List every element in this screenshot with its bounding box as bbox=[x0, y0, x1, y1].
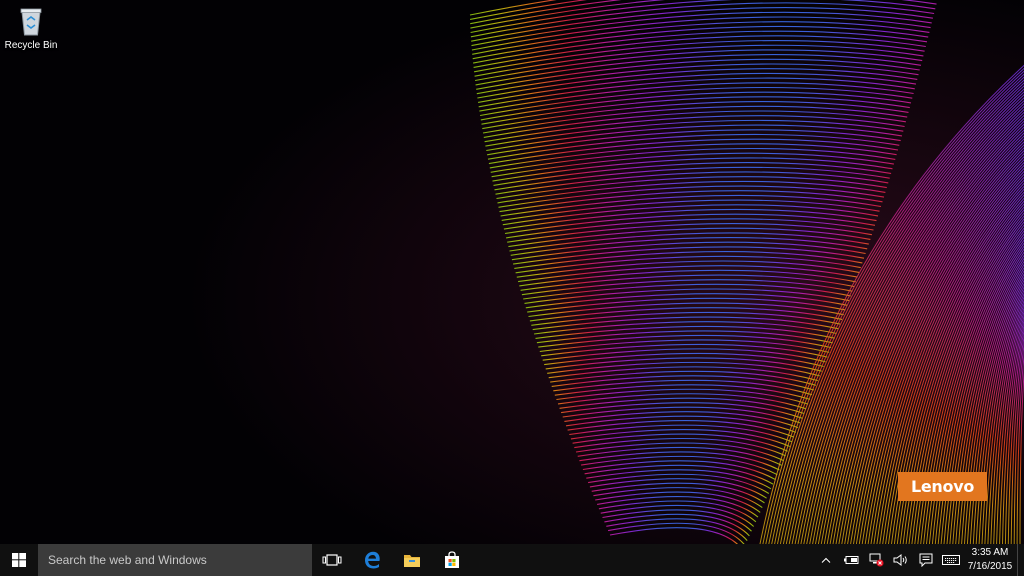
volume-button[interactable] bbox=[888, 544, 913, 576]
action-center-button[interactable] bbox=[913, 544, 938, 576]
search-placeholder: Search the web and Windows bbox=[48, 553, 207, 567]
taskbar-edge-button[interactable] bbox=[352, 544, 392, 576]
taskbar-file-explorer-button[interactable] bbox=[392, 544, 432, 576]
task-view-button[interactable] bbox=[312, 544, 352, 576]
recycle-bin-label: Recycle Bin bbox=[4, 40, 58, 51]
clock-date: 7/16/2015 bbox=[967, 561, 1013, 572]
feather-wallpaper bbox=[0, 0, 1024, 544]
action-center-icon bbox=[919, 553, 932, 567]
volume-icon bbox=[893, 554, 907, 566]
network-button[interactable] bbox=[863, 544, 888, 576]
lenovo-logo: Lenovo bbox=[898, 472, 987, 501]
keyboard-icon bbox=[941, 555, 960, 565]
windows-logo-icon bbox=[12, 553, 26, 567]
file-explorer-icon bbox=[404, 555, 420, 567]
store-icon bbox=[445, 551, 459, 568]
chevron-up-icon bbox=[821, 557, 830, 563]
edge-icon bbox=[365, 551, 380, 569]
show-desktop-button[interactable] bbox=[1017, 544, 1024, 576]
clock-time: 3:35 AM bbox=[971, 547, 1009, 558]
touch-keyboard-button[interactable] bbox=[938, 544, 963, 576]
search-box[interactable]: Search the web and Windows bbox=[38, 544, 312, 576]
desktop[interactable]: Recycle Bin Lenovo bbox=[0, 0, 1024, 544]
task-view-icon bbox=[322, 554, 342, 566]
taskbar-clock[interactable]: 3:35 AM 7/16/2015 bbox=[963, 544, 1017, 576]
battery-button[interactable] bbox=[838, 544, 863, 576]
recycle-bin-shortcut[interactable]: Recycle Bin bbox=[2, 4, 60, 60]
start-button[interactable] bbox=[0, 544, 38, 576]
system-tray: 3:35 AM 7/16/2015 bbox=[813, 544, 1024, 576]
show-hidden-icons-button[interactable] bbox=[813, 544, 838, 576]
battery-icon bbox=[843, 556, 858, 564]
taskbar-store-button[interactable] bbox=[432, 544, 472, 576]
taskbar: Search the web and Windows 3:35 AM 7/16/… bbox=[0, 544, 1024, 576]
recycle-bin-icon bbox=[20, 8, 42, 36]
network-disconnected-icon bbox=[869, 553, 883, 567]
